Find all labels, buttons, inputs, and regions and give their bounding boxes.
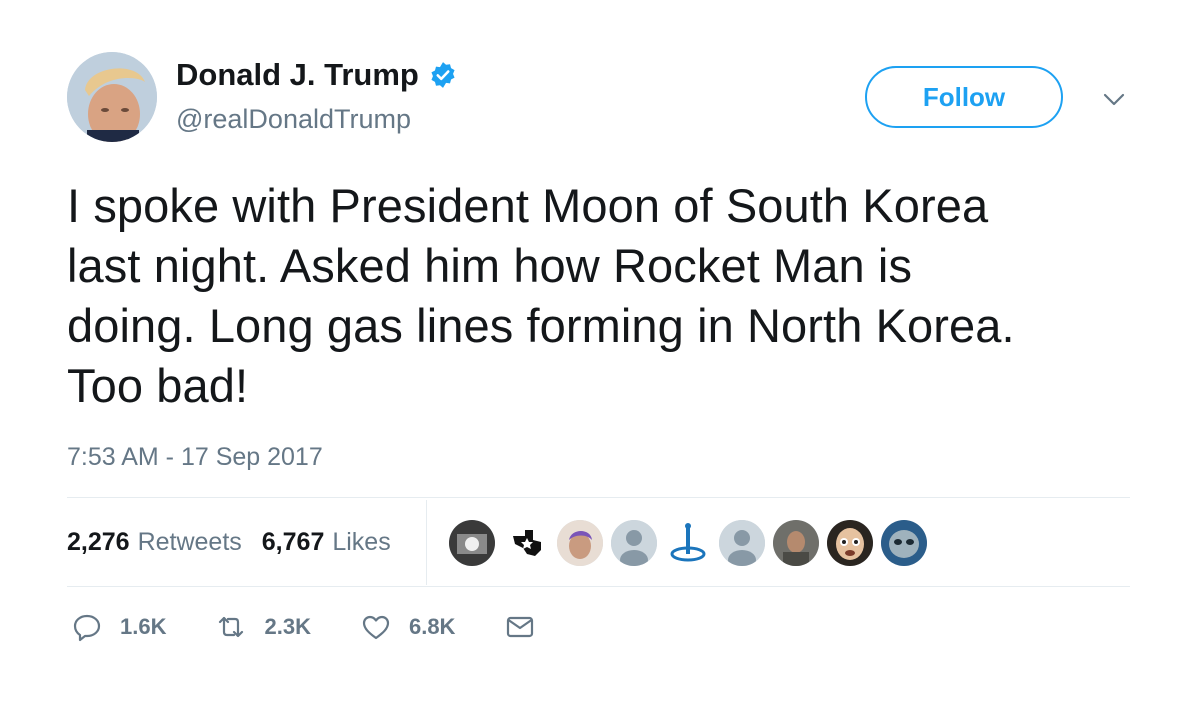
retweet-icon	[219, 616, 244, 638]
reply-count: 1.6K	[120, 614, 167, 639]
tweet-timestamp[interactable]: 7:53 AM - 17 Sep 2017	[67, 441, 323, 473]
divider-bottom	[67, 586, 1130, 587]
liker-avatar[interactable]	[611, 520, 657, 566]
liker-avatar[interactable]	[503, 520, 549, 566]
likes-label: Likes	[332, 528, 391, 556]
reply-icon	[73, 614, 101, 642]
heart-icon	[362, 615, 390, 640]
likes-count: 6,767	[261, 528, 325, 556]
author-avatar-image	[67, 52, 157, 142]
liker-avatar[interactable]	[557, 520, 603, 566]
liker-avatar[interactable]	[827, 520, 873, 566]
retweets-stat[interactable]: 2,276 Retweets	[67, 526, 242, 558]
author-name-row: Donald J. Trump	[176, 56, 457, 94]
mail-icon	[507, 616, 534, 638]
likes-stat[interactable]: 6,767 Likes	[262, 526, 391, 558]
liker-avatar[interactable]	[449, 520, 495, 566]
stats-divider	[426, 500, 427, 585]
liker-avatar[interactable]	[881, 520, 927, 566]
divider-top	[67, 497, 1130, 498]
retweets-count: 2,276	[67, 528, 130, 556]
like-count: 6.8K	[408, 614, 456, 639]
tweet-stats: 2,276 Retweets 6,767 Likes	[67, 526, 411, 558]
retweet-button[interactable]: 2.3K	[216, 612, 311, 642]
liker-avatar[interactable]	[773, 520, 819, 566]
author-avatar[interactable]	[67, 52, 157, 142]
chevron-down-icon[interactable]	[1102, 92, 1126, 108]
author-name[interactable]: Donald J. Trump	[176, 56, 419, 94]
verified-badge-icon	[431, 62, 455, 88]
liker-avatars	[449, 520, 935, 566]
retweet-count: 2.3K	[264, 614, 311, 639]
direct-message-button[interactable]	[505, 612, 535, 642]
reply-button[interactable]: 1.6K	[72, 612, 166, 642]
follow-button[interactable]: Follow	[865, 66, 1063, 128]
tweet-actions: 1.6K 2.3K 6.8K	[72, 612, 585, 642]
liker-avatar[interactable]	[665, 520, 711, 566]
retweets-label: Retweets	[137, 528, 242, 556]
tweet-text: I spoke with President Moon of South Kor…	[67, 179, 1015, 412]
like-button[interactable]: 6.8K	[361, 612, 455, 642]
liker-avatar[interactable]	[719, 520, 765, 566]
author-handle[interactable]: @realDonaldTrump	[176, 102, 411, 136]
